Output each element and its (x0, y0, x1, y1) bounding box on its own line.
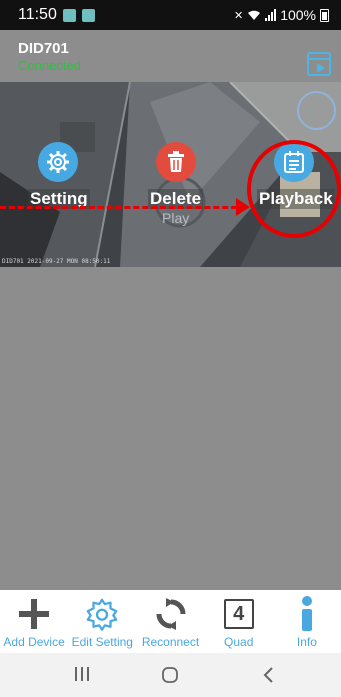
annotation-highlight-ring (247, 140, 341, 238)
device-name: DID701 (18, 40, 69, 57)
edit-setting-button[interactable]: Edit Setting (68, 590, 136, 653)
trash-icon (168, 151, 184, 172)
bottom-toolbar: Add Device Edit Setting Reconnect 4 Quad (0, 590, 341, 653)
delete-action-button[interactable] (156, 142, 196, 182)
annotation-arrow-line (0, 206, 246, 209)
edit-setting-label: Edit Setting (71, 635, 133, 649)
video-timestamp: DID701 2021-09-27 MON 08:50:11 (2, 258, 111, 265)
android-nav-bar (0, 653, 341, 697)
device-status: Connected (18, 58, 81, 73)
status-right: ✕ 100% (234, 7, 329, 23)
quad-icon: 4 (221, 596, 257, 632)
info-button[interactable]: Info (273, 590, 341, 653)
status-bar: 11:50 ✕ 100% (0, 0, 341, 30)
battery-percent: 100% (280, 7, 316, 23)
playback-video-icon[interactable] (307, 52, 331, 76)
quad-badge: 4 (223, 599, 254, 629)
gear-icon (84, 596, 120, 632)
add-device-label: Add Device (3, 635, 65, 649)
quad-label: Quad (224, 635, 254, 649)
record-indicator (297, 91, 336, 130)
gear-icon (47, 151, 69, 173)
mute-icon: ✕ (233, 9, 244, 22)
reconnect-button[interactable]: Reconnect (136, 590, 204, 653)
status-time: 11:50 (18, 6, 57, 23)
notification-icon (81, 8, 95, 22)
reconnect-label: Reconnect (141, 635, 200, 649)
battery-icon (320, 8, 329, 22)
wifi-icon (248, 10, 261, 20)
plus-icon (16, 596, 52, 632)
recents-icon[interactable] (74, 666, 90, 682)
add-device-button[interactable]: Add Device (0, 590, 68, 653)
info-label: Info (296, 635, 317, 649)
device-list: DID701 Connected Play DID701 2021-09-27 … (0, 30, 341, 590)
setting-action-button[interactable] (38, 142, 78, 182)
play-label[interactable]: Play (162, 210, 189, 226)
notification-icon (62, 8, 76, 22)
back-icon[interactable] (262, 666, 274, 684)
quad-button[interactable]: 4 Quad (205, 590, 273, 653)
signal-icon (265, 9, 277, 21)
home-icon[interactable] (161, 666, 179, 684)
refresh-icon (153, 596, 189, 632)
info-icon (289, 596, 325, 632)
